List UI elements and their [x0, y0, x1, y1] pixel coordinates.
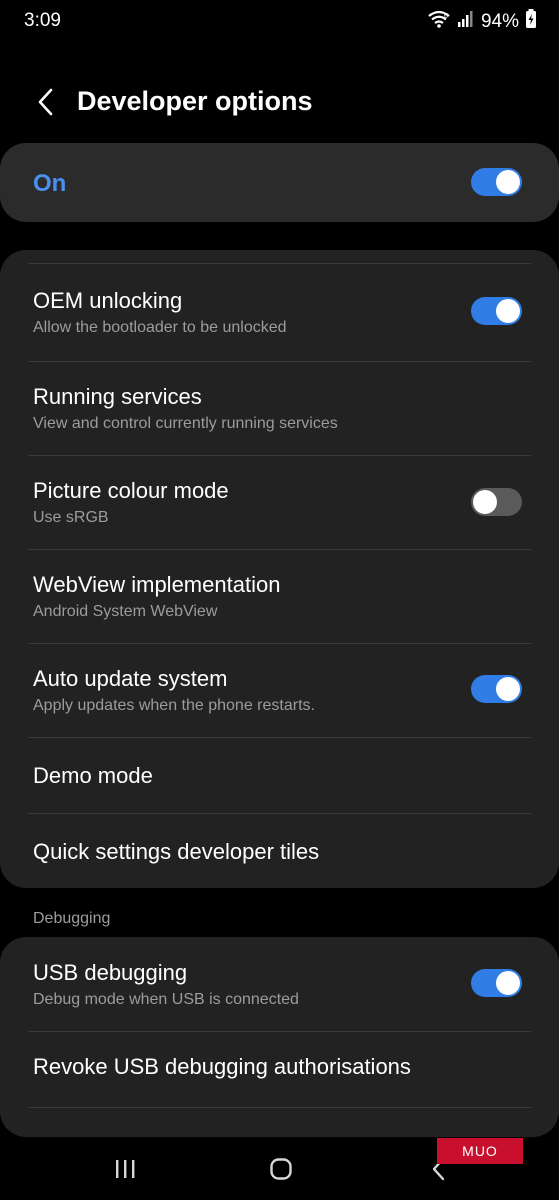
master-switch-row[interactable]: On [0, 143, 559, 222]
auto-update-system-toggle[interactable] [471, 675, 522, 703]
page-title: Developer options [77, 86, 313, 116]
chevron-left-icon[interactable] [30, 84, 60, 120]
setting-title: Picture colour mode [33, 478, 229, 503]
setting-title: Auto update system [33, 666, 228, 691]
setting-subtitle: Android System WebView [33, 603, 218, 620]
setting-quick-settings-developer-tiles[interactable]: Quick settings developer tiles [0, 814, 559, 888]
usb-debugging-toggle[interactable] [471, 969, 522, 997]
setting-title: Revoke USB debugging authorisations [33, 1054, 411, 1079]
setting-picture-colour-mode[interactable]: Picture colour mode Use sRGB [0, 456, 559, 549]
setting-demo-mode[interactable]: Demo mode [0, 738, 559, 813]
toggle-knob [496, 170, 520, 194]
wifi-6-icon: 6 [427, 9, 451, 34]
toggle-knob [496, 677, 520, 701]
debugging-card: USB debugging Debug mode when USB is con… [0, 937, 559, 1137]
signal-icon [457, 10, 475, 33]
divider [28, 1107, 531, 1108]
picture-colour-mode-toggle[interactable] [471, 488, 522, 516]
setting-revoke-usb-debugging[interactable]: Revoke USB debugging authorisations [0, 1032, 559, 1107]
setting-usb-debugging[interactable]: USB debugging Debug mode when USB is con… [0, 937, 559, 1031]
setting-subtitle: Use sRGB [33, 509, 109, 526]
setting-title: Running services [33, 384, 202, 409]
master-switch-label: On [33, 170, 67, 197]
settings-card: OEM unlocking Allow the bootloader to be… [0, 250, 559, 888]
status-bar: 3:09 6 94% [0, 0, 559, 42]
svg-text:6: 6 [444, 13, 448, 20]
setting-title: Quick settings developer tiles [33, 839, 320, 864]
section-header-debugging: Debugging [33, 910, 111, 927]
status-icons: 6 94% [427, 9, 537, 34]
setting-title: WebView implementation [33, 572, 281, 597]
master-toggle[interactable] [471, 168, 522, 196]
setting-webview-implementation[interactable]: WebView implementation Android System We… [0, 550, 559, 643]
setting-title: OEM unlocking [33, 288, 183, 313]
status-time: 3:09 [24, 10, 61, 31]
setting-auto-update-system[interactable]: Auto update system Apply updates when th… [0, 644, 559, 737]
watermark-logo: MUO [437, 1138, 523, 1164]
toggle-knob [496, 299, 520, 323]
setting-subtitle: Debug mode when USB is connected [33, 991, 299, 1008]
toggle-knob [473, 490, 497, 514]
battery-percent: 94% [480, 10, 519, 32]
setting-subtitle: View and control currently running servi… [33, 415, 338, 432]
setting-oem-unlocking[interactable]: OEM unlocking Allow the bootloader to be… [0, 264, 559, 361]
recents-icon[interactable] [110, 1152, 140, 1186]
home-icon[interactable] [266, 1152, 296, 1186]
setting-subtitle: Apply updates when the phone restarts. [33, 697, 315, 714]
setting-running-services[interactable]: Running services View and control curren… [0, 362, 559, 456]
app-header: Developer options [0, 80, 559, 124]
battery-charging-icon [525, 9, 537, 34]
oem-unlocking-toggle[interactable] [471, 297, 522, 325]
setting-title: Demo mode [33, 763, 153, 788]
toggle-knob [496, 971, 520, 995]
setting-title: USB debugging [33, 960, 188, 985]
setting-subtitle: Allow the bootloader to be unlocked [33, 319, 287, 336]
